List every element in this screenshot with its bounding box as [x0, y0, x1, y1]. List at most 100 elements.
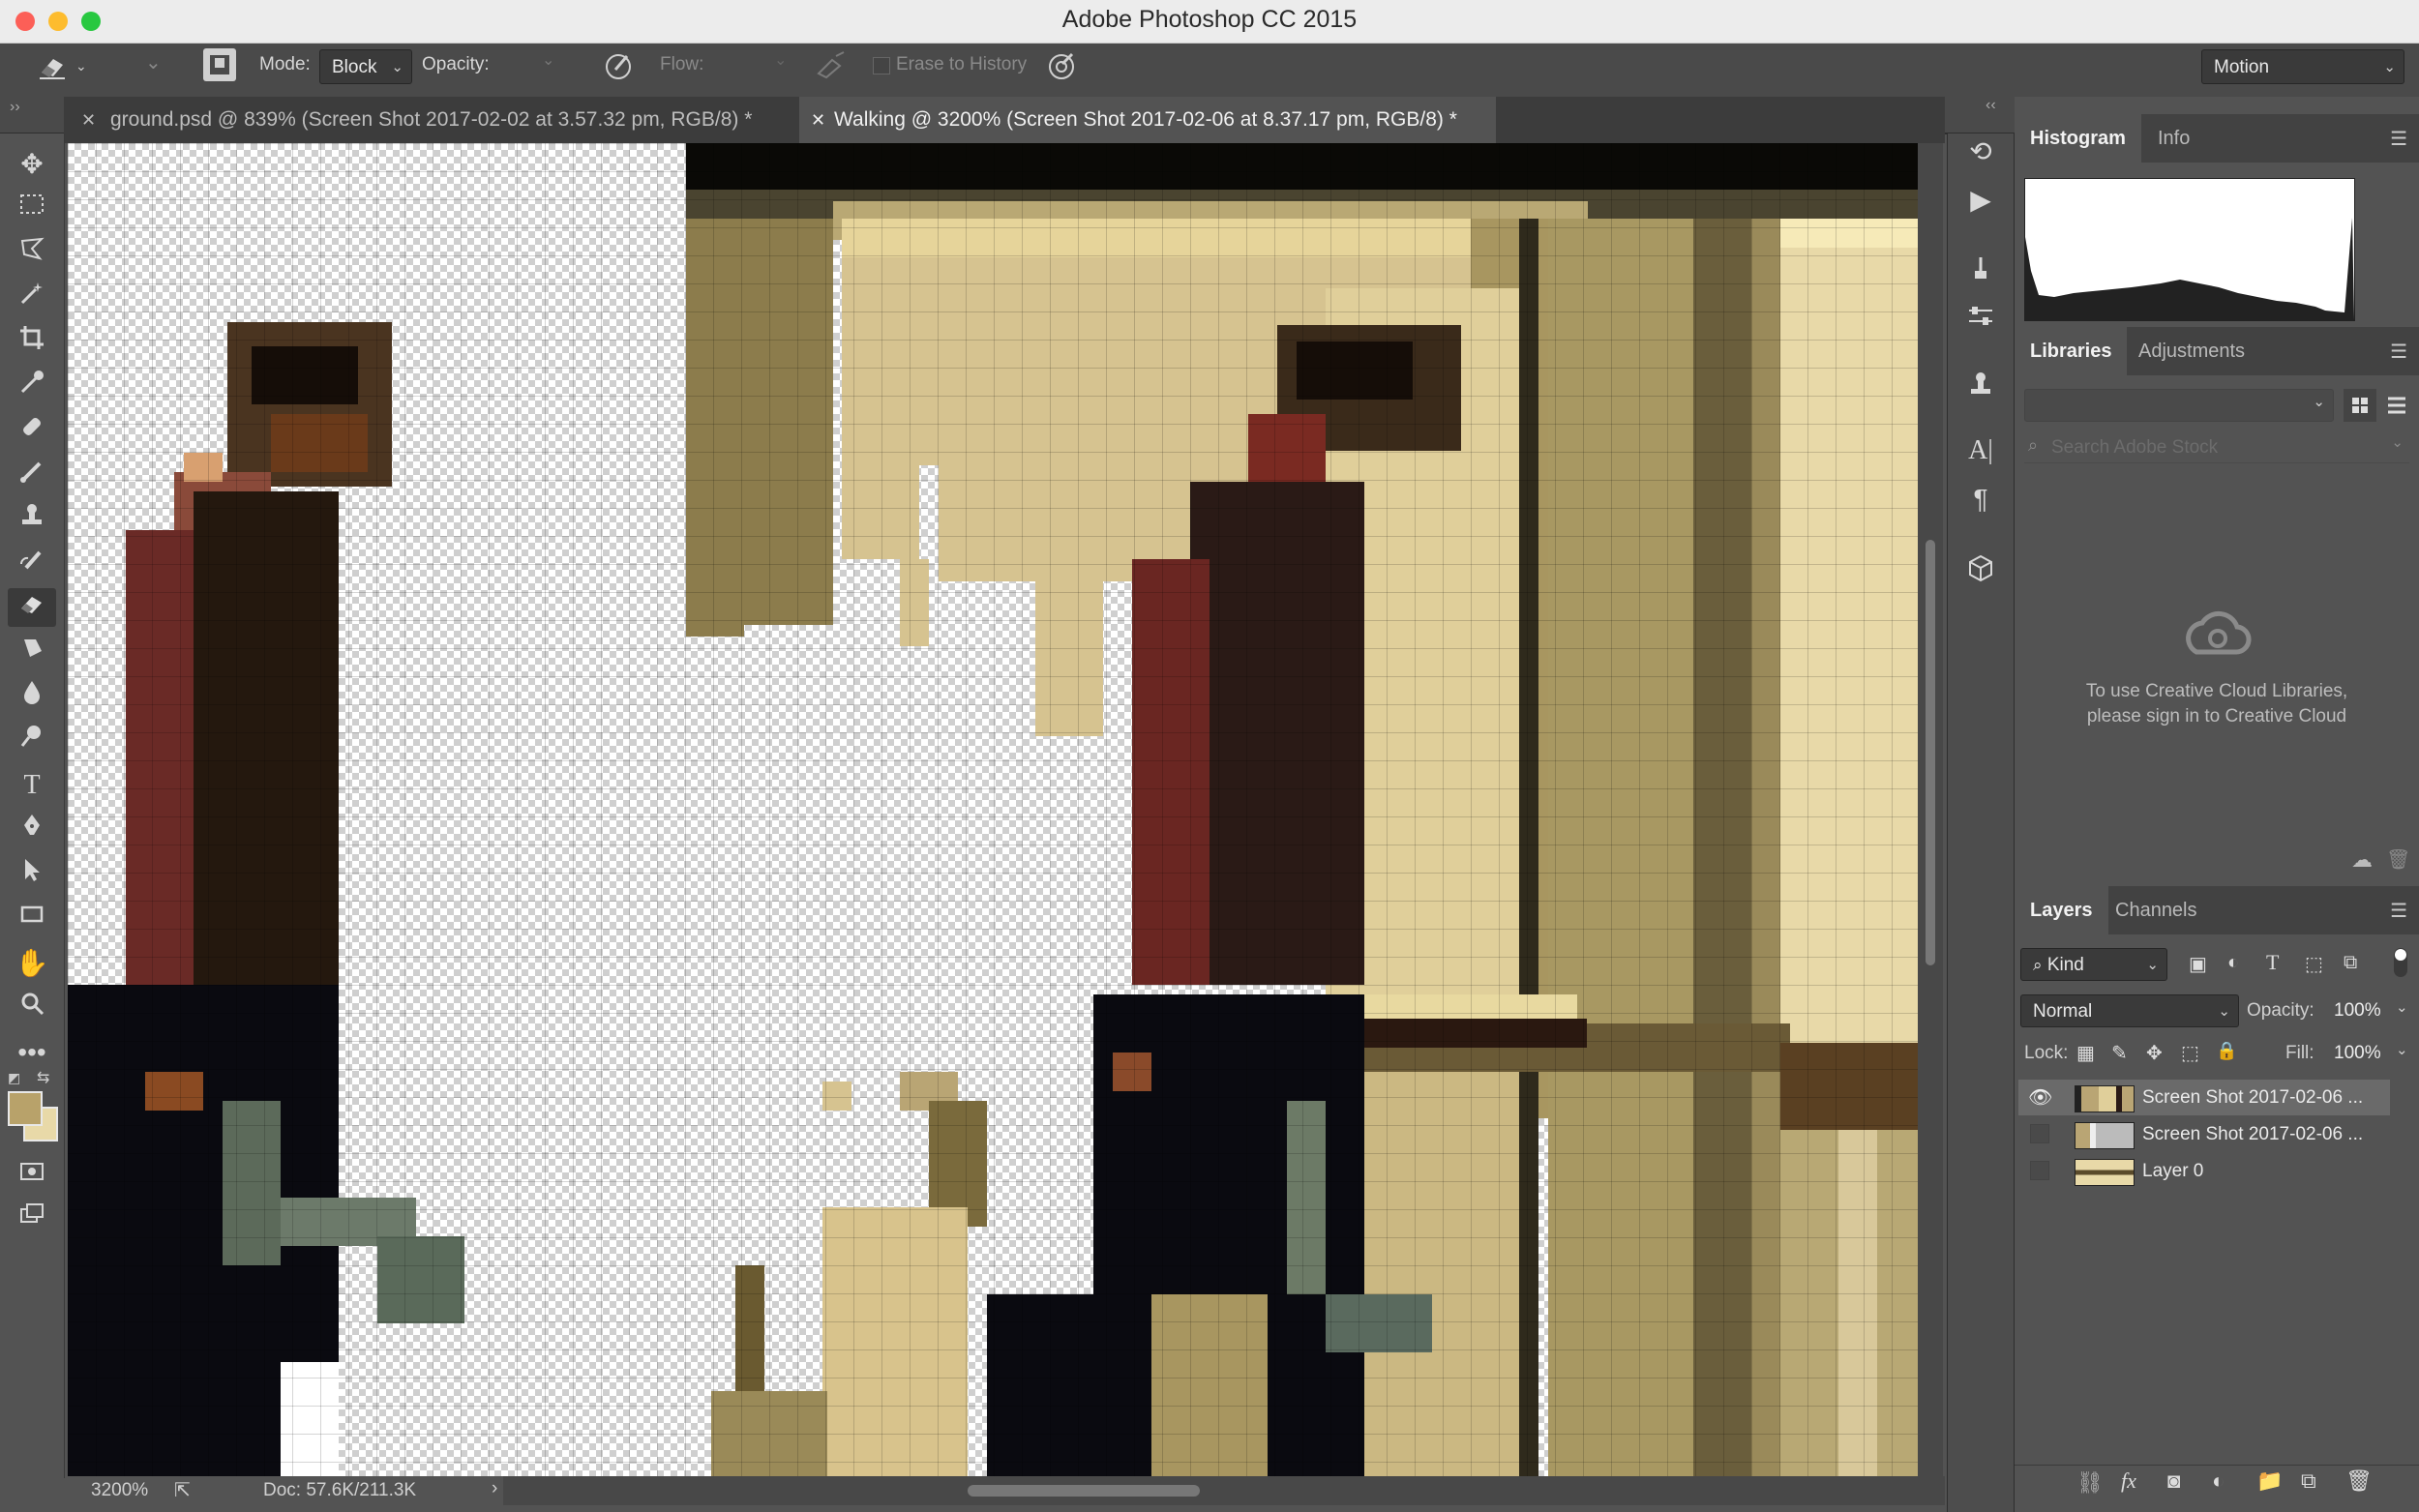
tool-preset-chevron-icon[interactable]: ⌄ [75, 58, 87, 74]
pressure-size-icon[interactable] [1045, 48, 1078, 81]
layer-row[interactable]: 👁 Screen Shot 2017-02-06 ... [2018, 1080, 2390, 1115]
status-menu-chevron-icon[interactable]: › [492, 1478, 497, 1499]
eye-icon[interactable]: 👁 [2028, 1085, 2052, 1110]
marquee-icon[interactable] [12, 190, 52, 228]
pen-icon[interactable] [12, 811, 52, 849]
tab-info[interactable]: Info [2142, 114, 2205, 163]
filter-adjustment-icon[interactable]: ◐ [2227, 952, 2239, 974]
document-canvas[interactable] [68, 143, 1918, 1476]
filter-toggle[interactable] [2394, 948, 2407, 977]
brush-preset-picker[interactable]: ⌄ [145, 50, 186, 85]
stamp-icon[interactable] [12, 501, 52, 540]
link-layers-icon[interactable]: ⛓ [2076, 1470, 2104, 1496]
history-brush-icon[interactable] [12, 546, 52, 584]
delete-layer-icon[interactable]: 🗑 [2345, 1468, 2373, 1494]
close-icon[interactable]: ✕ [811, 97, 825, 143]
history-icon[interactable]: ⟲ [1964, 135, 1997, 167]
eyedropper-icon[interactable] [12, 368, 52, 406]
healing-icon[interactable] [12, 412, 52, 451]
library-select[interactable]: ⌄ [2024, 389, 2334, 422]
flow-chevron-icon[interactable]: ⌄ [774, 50, 801, 83]
zoom-icon[interactable] [12, 989, 52, 1027]
lock-all-icon[interactable]: 🔒 [2216, 1041, 2237, 1061]
actions-play-icon[interactable]: ▶ [1964, 184, 1997, 216]
erase-to-history-checkbox[interactable] [873, 57, 890, 74]
visibility-toggle[interactable] [2030, 1161, 2049, 1180]
lasso-icon[interactable] [12, 234, 52, 273]
brush-panel-toggle-icon[interactable] [203, 48, 236, 81]
more-icon[interactable]: ••• [12, 1033, 52, 1072]
layer-row[interactable]: Layer 0 [2018, 1153, 2390, 1189]
hand-icon[interactable]: ✋ [12, 944, 52, 983]
list-view-icon[interactable] [2380, 389, 2413, 422]
character-icon[interactable]: A| [1964, 435, 1997, 466]
brush-settings-icon[interactable] [1966, 302, 1999, 335]
panel-menu-icon[interactable]: ☰ [2390, 340, 2407, 364]
screen-mode-icon[interactable] [12, 1200, 52, 1238]
default-colors-icon[interactable]: ◩ [8, 1070, 20, 1086]
brush-presets-icon[interactable] [1966, 253, 1999, 286]
chevron-down-icon[interactable]: ⌄ [2396, 998, 2408, 1016]
tab-ground-psd[interactable]: ✕ ground.psd @ 839% (Screen Shot 2017-02… [64, 97, 797, 143]
filter-smart-object-icon[interactable]: ⧉ [2344, 952, 2357, 974]
3d-icon[interactable] [1966, 553, 1999, 586]
collapse-dock-icon[interactable]: ‹‹ [1986, 97, 1996, 114]
tab-channels[interactable]: Channels [2100, 886, 2213, 934]
path-select-icon[interactable] [12, 855, 52, 894]
blend-mode-dropdown[interactable]: Normal ⌄ [2020, 994, 2239, 1027]
tab-adjustments[interactable]: Adjustments [2123, 327, 2260, 375]
collapse-toolbar-icon[interactable]: ›› [10, 99, 20, 116]
fill-value[interactable]: 100% [2334, 1043, 2381, 1064]
filter-type-icon[interactable]: T [2266, 950, 2279, 975]
grid-view-icon[interactable] [2344, 389, 2376, 422]
workspace-dropdown[interactable]: Motion ⌄ [2201, 49, 2404, 84]
horizontal-scroll-thumb[interactable] [968, 1485, 1200, 1497]
close-icon[interactable]: ✕ [81, 97, 96, 143]
layer-opacity-value[interactable]: 100% [2334, 1000, 2381, 1022]
clone-source-icon[interactable] [1966, 370, 1999, 402]
panel-menu-icon[interactable]: ☰ [2390, 899, 2407, 923]
mode-dropdown[interactable]: Block ⌄ [319, 49, 412, 84]
new-layer-icon[interactable]: ⧉ [2301, 1468, 2316, 1494]
new-group-icon[interactable]: 📁 [2256, 1468, 2283, 1494]
filter-image-icon[interactable]: ▣ [2189, 952, 2207, 976]
blur-icon[interactable] [12, 677, 52, 716]
tab-libraries[interactable]: Libraries [2015, 327, 2128, 375]
type-icon[interactable]: T [12, 766, 52, 805]
lock-position-icon[interactable]: ✥ [2146, 1041, 2163, 1065]
eraser-icon[interactable] [33, 51, 72, 86]
filter-shape-icon[interactable]: ⬚ [2305, 952, 2323, 976]
share-icon[interactable]: ⇱ [174, 1478, 191, 1502]
adjustment-layer-icon[interactable]: ◐ [2212, 1468, 2225, 1494]
add-mask-icon[interactable]: ◙ [2167, 1468, 2180, 1494]
cc-sync-icon[interactable]: ☁ [2351, 847, 2373, 873]
lock-transparent-icon[interactable]: ▦ [2076, 1041, 2095, 1065]
foreground-color-swatch[interactable] [8, 1091, 43, 1126]
airbrush-icon[interactable] [815, 48, 848, 81]
layer-kind-filter[interactable]: ⌕ Kind ⌄ [2020, 948, 2167, 981]
crop-icon[interactable] [12, 323, 52, 362]
eraser-tool-icon[interactable] [8, 588, 56, 627]
tab-layers[interactable]: Layers [2015, 886, 2108, 934]
move-icon[interactable]: ✥ [12, 145, 52, 184]
trash-icon[interactable]: 🗑 [2386, 847, 2410, 872]
brush-icon[interactable] [12, 457, 52, 495]
vertical-scroll-thumb[interactable] [1926, 540, 1935, 965]
gradient-icon[interactable] [12, 633, 52, 671]
swap-colors-icon[interactable]: ⇆ [37, 1068, 49, 1087]
lock-artboard-icon[interactable]: ⬚ [2181, 1041, 2199, 1065]
layer-style-icon[interactable]: fx [2121, 1468, 2136, 1494]
horizontal-scrollbar[interactable] [503, 1476, 1945, 1505]
visibility-toggle[interactable] [2030, 1124, 2049, 1143]
lock-image-icon[interactable]: ✎ [2111, 1041, 2128, 1065]
quick-mask-icon[interactable] [12, 1157, 52, 1196]
tab-walking[interactable]: ✕ Walking @ 3200% (Screen Shot 2017-02-0… [799, 97, 1496, 143]
chevron-down-icon[interactable]: ⌄ [2396, 1041, 2408, 1058]
pressure-opacity-icon[interactable] [602, 48, 635, 81]
zoom-level[interactable]: 3200% [91, 1480, 148, 1501]
magic-wand-icon[interactable] [12, 279, 52, 317]
layer-row[interactable]: Screen Shot 2017-02-06 ... [2018, 1116, 2390, 1152]
dodge-icon[interactable] [12, 722, 52, 760]
panel-menu-icon[interactable]: ☰ [2390, 127, 2407, 151]
opacity-chevron-icon[interactable]: ⌄ [542, 50, 585, 83]
